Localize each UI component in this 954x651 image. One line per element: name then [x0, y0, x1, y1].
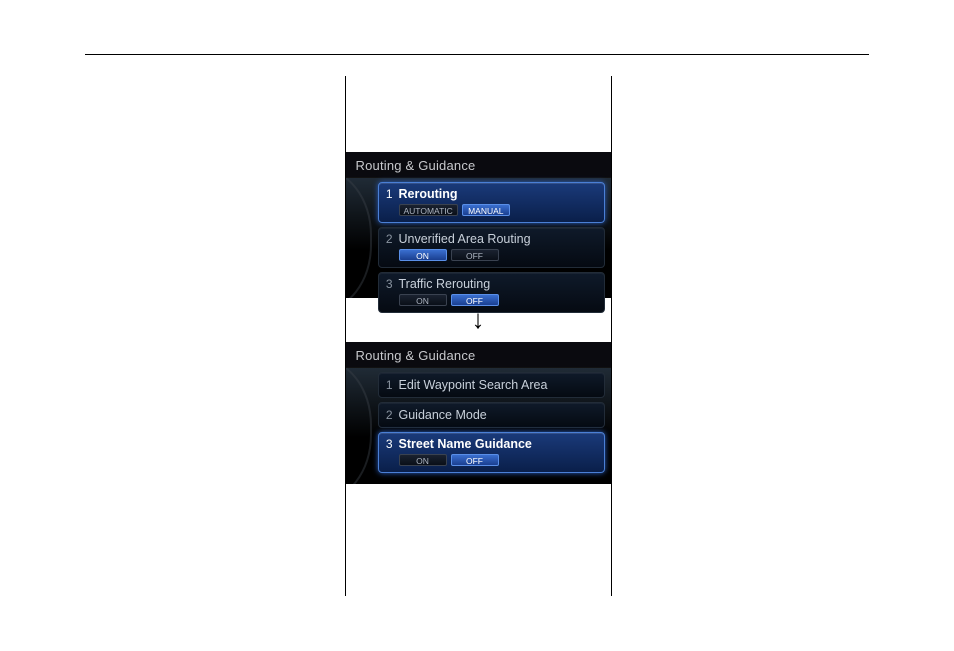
column-right — [612, 76, 869, 596]
item-number: 1 — [385, 378, 393, 392]
panel-title: Routing & Guidance — [346, 152, 611, 178]
panel-body: 1 Rerouting AUTOMATIC MANUAL 2 Un — [346, 178, 611, 298]
horizontal-rule — [85, 54, 869, 55]
toggle-automatic[interactable]: AUTOMATIC — [399, 204, 458, 216]
toggle-row: ON OFF — [399, 249, 598, 261]
item-label: Unverified Area Routing — [399, 232, 531, 246]
toggle-on[interactable]: ON — [399, 294, 447, 306]
toggle-on[interactable]: ON — [399, 454, 447, 466]
panel-title: Routing & Guidance — [346, 342, 611, 368]
column-left — [88, 76, 345, 596]
item-number: 3 — [385, 437, 393, 451]
menu-item-edit-waypoint[interactable]: 1 Edit Waypoint Search Area — [378, 372, 605, 398]
item-number: 3 — [385, 277, 393, 291]
toggle-off[interactable]: OFF — [451, 249, 499, 261]
panel-body: 1 Edit Waypoint Search Area 2 Guidance M… — [346, 368, 611, 484]
toggle-row: ON OFF — [399, 454, 598, 466]
three-column-layout: Routing & Guidance 1 Rerouting AUTOMATIC… — [88, 76, 868, 596]
menu-list: 1 Edit Waypoint Search Area 2 Guidance M… — [376, 368, 611, 484]
column-middle: Routing & Guidance 1 Rerouting AUTOMATIC… — [346, 76, 611, 596]
routing-guidance-panel: Routing & Guidance 1 Rerouting AUTOMATIC… — [346, 152, 611, 298]
item-number: 2 — [385, 408, 393, 422]
item-label: Traffic Rerouting — [399, 277, 491, 291]
toggle-row: AUTOMATIC MANUAL — [399, 204, 598, 216]
menu-item-street-name-guidance[interactable]: 3 Street Name Guidance ON OFF — [378, 432, 605, 473]
menu-item-unverified-area[interactable]: 2 Unverified Area Routing ON OFF — [378, 227, 605, 268]
scroll-arc-decoration — [346, 178, 376, 298]
toggle-row: ON OFF — [399, 294, 598, 306]
menu-item-traffic-rerouting[interactable]: 3 Traffic Rerouting ON OFF — [378, 272, 605, 313]
toggle-on[interactable]: ON — [399, 249, 447, 261]
item-label: Rerouting — [399, 187, 458, 201]
toggle-off[interactable]: OFF — [451, 454, 499, 466]
item-label: Guidance Mode — [399, 408, 487, 422]
menu-item-guidance-mode[interactable]: 2 Guidance Mode — [378, 402, 605, 428]
scroll-arc-decoration — [346, 368, 376, 484]
toggle-off[interactable]: OFF — [451, 294, 499, 306]
item-number: 2 — [385, 232, 393, 246]
menu-item-rerouting[interactable]: 1 Rerouting AUTOMATIC MANUAL — [378, 182, 605, 223]
toggle-manual[interactable]: MANUAL — [462, 204, 510, 216]
item-number: 1 — [385, 187, 393, 201]
routing-guidance-panel-scrolled: Routing & Guidance 1 Edit Waypoint Searc… — [346, 342, 611, 484]
document-page: Routing & Guidance 1 Rerouting AUTOMATIC… — [0, 0, 954, 651]
item-label: Edit Waypoint Search Area — [399, 378, 548, 392]
menu-list: 1 Rerouting AUTOMATIC MANUAL 2 Un — [376, 178, 611, 298]
item-label: Street Name Guidance — [399, 437, 532, 451]
